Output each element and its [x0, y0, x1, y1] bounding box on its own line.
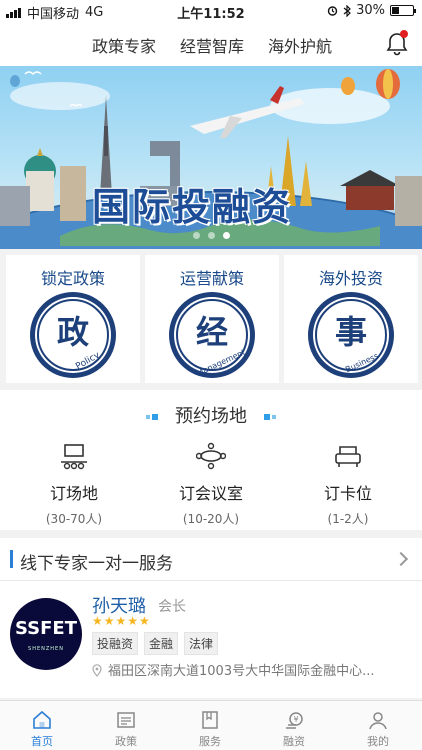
tab-profile[interactable]: 我的: [336, 709, 420, 749]
expert-tag: 金融: [144, 632, 179, 655]
emblem-char: 事: [335, 313, 367, 351]
card-operation-advice[interactable]: 运营献策 经 Management: [145, 255, 279, 383]
expert-address: 福田区深南大道1003号大中华国际金融中心...: [92, 660, 374, 679]
service-cards: 锁定政策 政 Policy 运营献策 经 Management 海外投资 事 B…: [0, 249, 422, 387]
carousel-dot-active[interactable]: [222, 232, 230, 239]
venue-item-name: 订场地: [49, 484, 98, 503]
card-title: 运营献策: [179, 269, 244, 288]
book-venue-button[interactable]: 订场地 (30-70人): [4, 442, 144, 527]
tab-label: 服务: [199, 735, 221, 748]
notification-button[interactable]: [384, 30, 410, 56]
tab-business-thinktank[interactable]: 经营智库: [180, 33, 244, 57]
emblem-char: 政: [57, 313, 89, 351]
venue-item-capacity: (30-70人): [45, 512, 103, 526]
venue-heading-text: 预约场地: [175, 406, 247, 427]
carousel-dot[interactable]: [192, 232, 200, 239]
logo-text: SSFET: [15, 618, 77, 639]
card-lock-policy[interactable]: 锁定政策 政 Policy: [6, 255, 140, 383]
coins-icon: ¥: [286, 712, 303, 729]
bottom-tab-bar: 首页 政策 服务 ¥ 融资 我的: [0, 700, 422, 750]
venue-item-capacity: (1-2人): [327, 512, 369, 526]
tab-overseas-escort[interactable]: 海外护航: [268, 33, 332, 57]
sofa-icon: [335, 446, 361, 467]
expert-tags: 投融资 金融 法律: [92, 632, 219, 655]
venue-item-name: 订卡位: [323, 484, 372, 503]
divider: [0, 580, 422, 581]
chevron-right-icon[interactable]: [393, 551, 409, 567]
book-icon: [202, 711, 218, 729]
tab-policy-expert[interactable]: 政策专家: [92, 33, 156, 57]
address-text: 福田区深南大道1003号大中华国际金融中心...: [108, 664, 375, 679]
app-screen: 中国移动 4G 上午11:52 30% 政策专家 经营智库 海外护航 国际投融资…: [0, 0, 422, 750]
book-booth-button[interactable]: 订卡位 (1-2人): [278, 442, 418, 527]
svg-text:¥: ¥: [293, 715, 298, 724]
policy-emblem-icon: 政 Policy: [30, 292, 116, 378]
expert-tag: 投融资: [92, 632, 139, 655]
venue-booking-section: 预约场地 订场地 (30-70人) 订会议室 (10-20人) 订卡位 (1-2…: [0, 390, 422, 530]
section-title: 线下专家一对一服务: [20, 554, 173, 574]
banner-carousel[interactable]: 国际投融资: [0, 66, 422, 249]
card-title: 锁定政策: [40, 269, 105, 288]
tab-label: 融资: [283, 735, 305, 748]
card-title: 海外投资: [318, 269, 383, 288]
business-emblem-icon: 事 Business: [308, 292, 394, 378]
location-pin-icon: [92, 664, 102, 677]
battery-percent: 30%: [356, 3, 385, 18]
venue-item-capacity: (10-20人): [182, 512, 240, 526]
logo-subtext: SHENZHEN: [28, 646, 64, 652]
top-nav: 政策专家 经营智库 海外护航: [0, 22, 422, 66]
book-meeting-room-button[interactable]: 订会议室 (10-20人): [141, 442, 281, 527]
tab-policy[interactable]: 政策: [84, 709, 168, 749]
expert-role: 会长: [158, 599, 186, 615]
tab-label: 首页: [31, 735, 53, 748]
venue-icon: [61, 444, 87, 470]
notification-badge: [400, 30, 408, 38]
meeting-room-icon: [196, 442, 226, 470]
card-overseas-investment[interactable]: 海外投资 事 Business: [284, 255, 418, 383]
user-icon: [369, 712, 387, 730]
tab-label: 我的: [367, 735, 389, 748]
expert-service-section: 线下专家一对一服务 SSFET SHENZHEN 孙天璐 会长 ★★★★★ 投融…: [0, 538, 422, 698]
venue-heading: 预约场地: [0, 402, 422, 428]
bluetooth-icon: [343, 4, 351, 17]
banner-title: 国际投融资: [92, 185, 293, 229]
tab-service[interactable]: 服务: [168, 709, 252, 749]
document-icon: [117, 712, 135, 728]
expert-tag: 法律: [184, 632, 219, 655]
carousel-dot[interactable]: [207, 232, 215, 239]
rating-stars: ★★★★★: [92, 614, 151, 628]
status-bar: 中国移动 4G 上午11:52 30%: [0, 0, 422, 22]
alarm-icon: [327, 6, 338, 16]
tab-label: 政策: [115, 735, 137, 748]
expert-logo: SSFET SHENZHEN: [10, 598, 82, 670]
section-accent-bar: [10, 550, 13, 568]
venue-item-name: 订会议室: [178, 484, 243, 503]
carousel-indicator: [0, 232, 422, 239]
emblem-char: 经: [196, 313, 228, 351]
tab-financing[interactable]: ¥ 融资: [252, 709, 336, 749]
home-icon: [33, 710, 51, 729]
tab-home[interactable]: 首页: [0, 709, 84, 749]
management-emblem-icon: 经 Management: [169, 292, 255, 378]
battery-icon: [390, 5, 416, 16]
